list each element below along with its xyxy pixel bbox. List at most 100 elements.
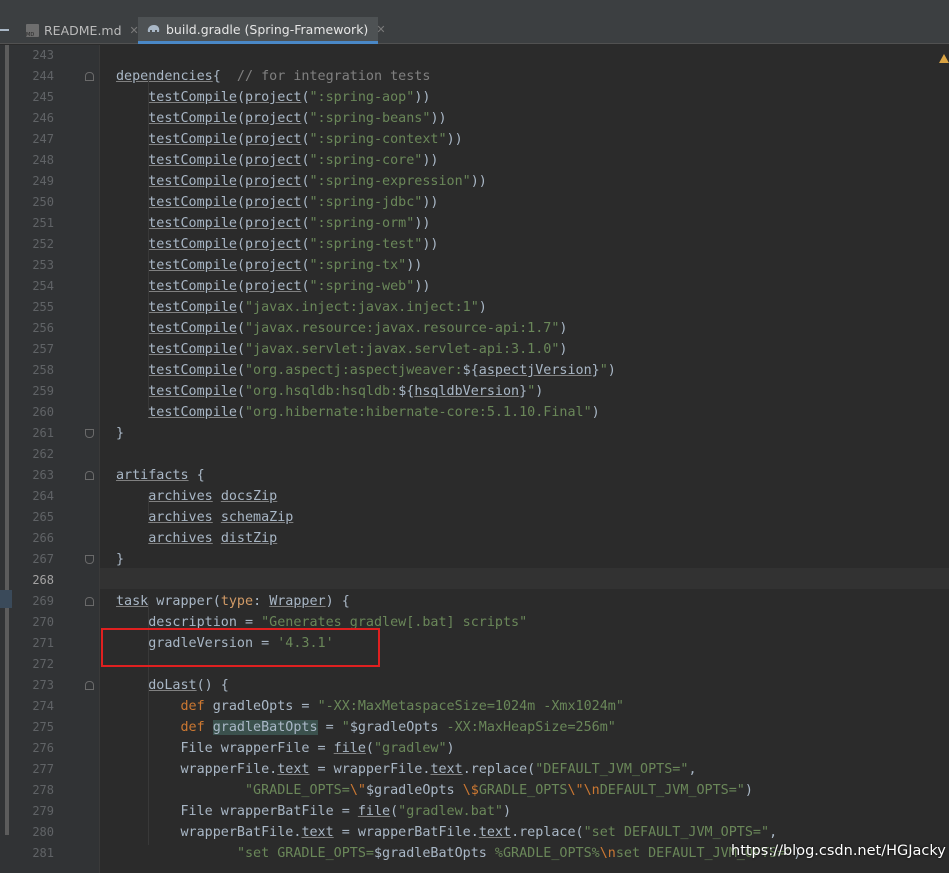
fold-marker-icon[interactable] — [85, 429, 94, 438]
code-line[interactable]: def gradleOpts = "-XX:MaxMetaspaceSize=1… — [116, 696, 624, 717]
code-token: archives — [148, 489, 213, 504]
code-line[interactable]: File wrapperBatFile = file("gradlew.bat"… — [116, 801, 511, 822]
code-line[interactable]: "GRADLE_OPTS=\"$gradleOpts \$GRADLE_OPTS… — [116, 780, 753, 801]
code-editor[interactable]: dependencies{ // for integration tests t… — [100, 45, 949, 873]
code-token: "set GRADLE_OPTS= — [236, 846, 374, 861]
fold-marker-icon[interactable] — [85, 471, 94, 480]
code-line[interactable]: testCompile("org.hibernate:hibernate-cor… — [116, 402, 599, 423]
code-token: testCompile — [148, 384, 237, 399]
line-number: 262 — [32, 447, 54, 461]
code-token: ) — [559, 342, 568, 357]
code-line[interactable]: testCompile(project(":spring-orm")) — [116, 213, 430, 234]
top-window-strip — [0, 0, 949, 18]
code-token: ":spring-expression" — [309, 174, 471, 189]
code-line[interactable]: wrapperFile.text = wrapperFile.text.repl… — [116, 759, 696, 780]
code-token: ( — [236, 342, 245, 357]
tab-build-gradle[interactable]: build.gradle (Spring-Framework) ✕ — [138, 17, 386, 44]
code-line[interactable]: "set GRADLE_OPTS=$gradleBatOpts %GRADLE_… — [116, 843, 801, 864]
line-number: 246 — [32, 111, 54, 125]
code-token: doLast — [148, 678, 197, 693]
line-number: 260 — [32, 405, 54, 419]
code-line[interactable]: testCompile("org.hsqldb:hsqldb:${hsqldbV… — [116, 381, 543, 402]
line-number-gutter[interactable]: 243 244 245 246 247 248 249 250 251 252 253 254 255 2… — [12, 45, 100, 873]
code-token: } — [116, 426, 125, 441]
code-token: testCompile — [148, 405, 237, 420]
code-token: text — [430, 762, 463, 777]
line-number: 244 — [32, 69, 54, 83]
code-line[interactable]: } — [116, 549, 124, 570]
indent-guide — [148, 496, 149, 516]
code-token: ( — [236, 300, 245, 315]
code-line[interactable]: dependencies{ // for integration tests — [116, 66, 430, 87]
code-token: "javax.resource:javax.resource-api:1.7" — [245, 321, 560, 336]
code-token: text — [277, 762, 310, 777]
code-line[interactable]: archives distZip — [116, 528, 277, 549]
code-token: ( — [236, 237, 245, 252]
code-token: aspectjVersion — [478, 363, 592, 378]
fold-marker-icon[interactable] — [85, 597, 94, 606]
code-token: ( — [301, 279, 310, 294]
code-line[interactable]: archives docsZip — [116, 486, 277, 507]
code-line[interactable]: testCompile("javax.inject:javax.inject:1… — [116, 297, 487, 318]
code-token: project — [245, 258, 302, 273]
code-line[interactable]: testCompile(project(":spring-expression"… — [116, 171, 487, 192]
code-token: ( — [236, 195, 245, 210]
highlight-annotation-box — [101, 628, 380, 667]
code-line[interactable]: def gradleBatOpts = "$gradleOpts -XX:Max… — [116, 717, 616, 738]
code-line[interactable]: testCompile(project(":spring-web")) — [116, 276, 430, 297]
tab-overflow-icon[interactable] — [0, 29, 9, 31]
code-line[interactable]: artifacts { — [116, 465, 205, 486]
code-line[interactable]: testCompile("javax.servlet:javax.servlet… — [116, 339, 567, 360]
code-token: ( — [236, 111, 245, 126]
code-line[interactable]: testCompile("javax.resource:javax.resour… — [116, 318, 567, 339]
code-line[interactable]: } — [116, 423, 124, 444]
code-line[interactable]: doLast() { — [116, 675, 229, 696]
code-token: distZip — [220, 531, 278, 546]
code-token: gradleBatOpts — [212, 720, 318, 735]
line-number: 278 — [32, 783, 54, 797]
fold-marker-icon[interactable] — [85, 681, 94, 690]
code-token: } — [519, 384, 528, 399]
code-line[interactable]: testCompile(project(":spring-test")) — [116, 234, 438, 255]
close-icon[interactable]: ✕ — [376, 23, 385, 36]
code-token: "GRADLE_OPTS= — [245, 783, 350, 798]
line-number: 266 — [32, 531, 54, 545]
warning-icon[interactable] — [939, 54, 949, 63]
code-token: DEFAULT_JVM_OPTS=" — [599, 783, 745, 798]
code-token: ) — [559, 321, 568, 336]
tab-readme[interactable]: README.md ✕ — [18, 17, 139, 44]
code-line[interactable]: testCompile(project(":spring-core")) — [116, 150, 438, 171]
code-line[interactable]: testCompile("org.aspectj:aspectjweaver:$… — [116, 360, 616, 381]
tab-readme-label: README.md — [44, 23, 122, 38]
code-token: text — [301, 825, 334, 840]
code-line[interactable]: testCompile(project(":spring-beans")) — [116, 108, 447, 129]
code-line[interactable]: task wrapper(type: Wrapper) { — [116, 591, 350, 612]
code-line[interactable]: testCompile(project(":spring-tx")) — [116, 255, 422, 276]
line-number: 243 — [32, 48, 54, 62]
code-token: ":spring-web" — [309, 279, 415, 294]
code-line[interactable]: testCompile(project(":spring-context")) — [116, 129, 462, 150]
code-token: , — [769, 825, 778, 840]
code-token: project — [245, 279, 302, 294]
code-line[interactable]: File wrapperFile = file("gradlew") — [116, 738, 454, 759]
code-token: ( — [236, 258, 245, 273]
fold-marker-icon[interactable] — [85, 555, 94, 564]
code-token: ":spring-beans" — [309, 111, 431, 126]
line-number: 280 — [32, 825, 54, 839]
code-token: ( — [236, 405, 245, 420]
line-number: 258 — [32, 363, 54, 377]
code-token: project — [245, 195, 302, 210]
code-line[interactable]: wrapperBatFile.text = wrapperBatFile.tex… — [116, 822, 777, 843]
code-token: )) — [430, 111, 447, 126]
code-line[interactable]: testCompile(project(":spring-aop")) — [116, 87, 430, 108]
code-token: $gradleBatOpts — [374, 846, 487, 861]
code-line[interactable]: archives schemaZip — [116, 507, 293, 528]
fold-marker-icon[interactable] — [85, 72, 94, 81]
code-line[interactable]: testCompile(project(":spring-jdbc")) — [116, 192, 438, 213]
line-number: 261 — [32, 426, 54, 440]
code-token: testCompile — [148, 111, 237, 126]
code-token: wrapperBatFile. — [116, 825, 302, 840]
